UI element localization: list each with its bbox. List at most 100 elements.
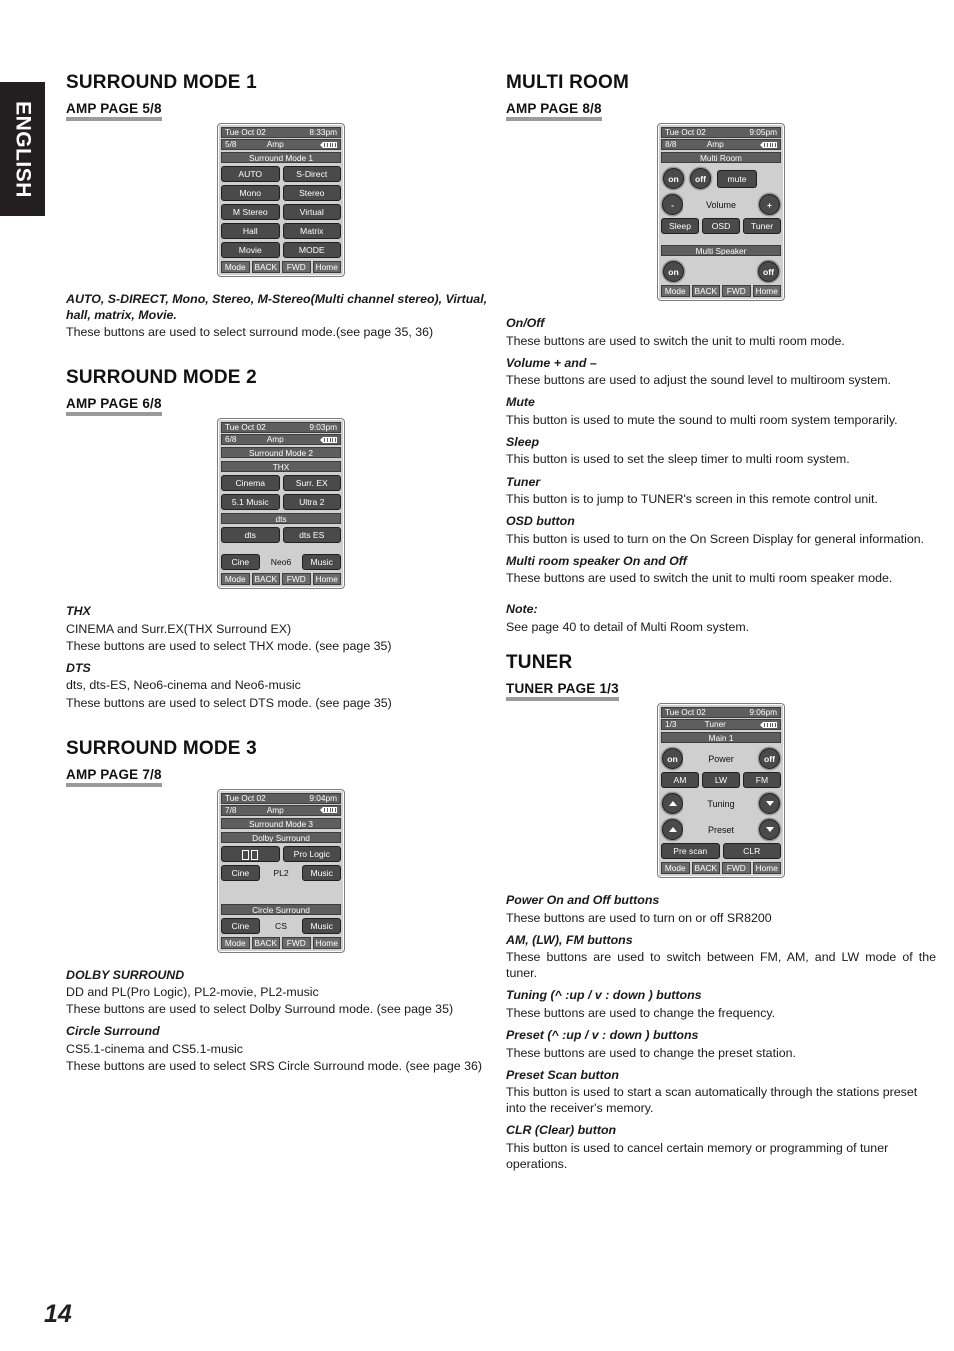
multiroom-osd-button[interactable]: OSD <box>702 218 740 234</box>
preset-up-button[interactable] <box>662 819 683 840</box>
nav-fwd-button[interactable]: FWD <box>282 573 311 586</box>
lcd-time: 9:03pm <box>309 422 337 433</box>
lcd-button-cine-cs[interactable]: Cine <box>221 917 260 934</box>
description-body: This button is used to start a scan auto… <box>506 1085 918 1116</box>
lcd-button-stereo[interactable]: Stereo <box>282 185 341 201</box>
nav-mode-button[interactable]: Mode <box>221 936 250 949</box>
description-title: AM, (LW), FM buttons <box>506 932 633 947</box>
multi-speaker-on-button[interactable]: on <box>663 261 684 282</box>
nav-home-button[interactable]: Home <box>752 862 781 874</box>
preset-scan-button[interactable]: Pre scan <box>661 843 720 859</box>
lcd-mode: Amp <box>266 804 284 815</box>
lcd-button-dolby-logo[interactable] <box>221 845 280 862</box>
nav-home-button[interactable]: Home <box>312 936 341 949</box>
page-number: 14 <box>44 1300 72 1328</box>
lcd-mode: Amp <box>706 139 724 149</box>
tuning-up-button[interactable] <box>662 793 683 814</box>
lcd-button-cinema[interactable]: Cinema <box>221 475 280 492</box>
multiroom-mute-button[interactable]: mute <box>717 169 757 188</box>
lcd-button-s-direct[interactable]: S-Direct <box>282 166 341 182</box>
lcd-button-m-stereo[interactable]: M Stereo <box>221 204 280 220</box>
nav-home-button[interactable]: Home <box>312 573 341 586</box>
section-surround-mode-3: SURROUND MODE 3 AMP PAGE 7/8 Tue Oct 02 … <box>66 738 496 1075</box>
multiroom-off-button[interactable]: off <box>690 168 711 189</box>
description-title: On/Off <box>506 316 545 330</box>
lcd-button-51-music[interactable]: 5.1 Music <box>221 494 280 511</box>
dolby-double-d-icon <box>242 847 259 861</box>
nav-fwd-button[interactable]: FWD <box>722 285 751 297</box>
lcd-group-label-multi-speaker: Multi Speaker <box>661 245 781 256</box>
nav-back-button[interactable]: BACK <box>251 936 280 949</box>
lcd-mode: Amp <box>266 139 284 149</box>
multiroom-sleep-button[interactable]: Sleep <box>661 218 699 234</box>
lcd-title-bar: Surround Mode 2 <box>221 447 341 459</box>
section-subhead: TUNER PAGE 1/3 <box>506 681 619 701</box>
lcd-button-ultra2[interactable]: Ultra 2 <box>282 494 341 511</box>
description-title: Preset Scan button <box>506 1067 619 1082</box>
lcd-button-surr-ex[interactable]: Surr. EX <box>282 475 341 492</box>
lcd-nav-bar: Mode BACK FWD Home <box>221 573 341 586</box>
lcd-button-music[interactable]: Music <box>302 864 342 881</box>
multiroom-tuner-button[interactable]: Tuner <box>743 218 781 234</box>
lcd-title-bar: Surround Mode 1 <box>221 152 341 163</box>
lcd-button-music-cs[interactable]: Music <box>302 917 342 934</box>
section-subhead: AMP PAGE 6/8 <box>66 396 162 417</box>
description-title: Volume + and – <box>506 355 597 370</box>
power-off-button[interactable]: off <box>759 748 780 769</box>
description-body: These buttons are used to switch the uni… <box>506 571 893 586</box>
lcd-button-matrix[interactable]: Matrix <box>282 223 341 239</box>
lcd-button-music[interactable]: Music <box>302 554 342 571</box>
lcd-time: 9:05pm <box>749 127 777 137</box>
lcd-button-cine[interactable]: Cine <box>221 554 260 571</box>
lcd-button-movie[interactable]: Movie <box>221 242 280 258</box>
lcd-date: Tue Oct 02 <box>665 707 706 717</box>
nav-back-button[interactable]: BACK <box>251 261 280 273</box>
description-title: Tuner <box>506 474 541 489</box>
tuner-am-button[interactable]: AM <box>661 772 699 788</box>
nav-fwd-button[interactable]: FWD <box>282 936 311 949</box>
lcd-button-cine[interactable]: Cine <box>221 864 260 881</box>
section-surround-mode-2: SURROUND MODE 2 AMP PAGE 6/8 Tue Oct 02 … <box>66 367 496 711</box>
lcd-date: Tue Oct 02 <box>225 127 266 137</box>
tuner-fm-button[interactable]: FM <box>743 772 781 788</box>
nav-mode-button[interactable]: Mode <box>221 573 250 586</box>
lcd-button-virtual[interactable]: Virtual <box>282 204 341 220</box>
lcd-time: 9:06pm <box>749 707 777 717</box>
preset-down-button[interactable] <box>759 819 780 840</box>
description-body: This button is used to mute the sound to… <box>506 412 898 427</box>
lcd-button-hall[interactable]: Hall <box>221 223 280 239</box>
power-on-button[interactable]: on <box>662 748 683 769</box>
nav-back-button[interactable]: BACK <box>691 285 720 297</box>
nav-home-button[interactable]: Home <box>752 285 781 297</box>
nav-mode-button[interactable]: Mode <box>661 285 690 297</box>
lcd-label-cs: CS <box>262 917 300 934</box>
multi-speaker-off-button[interactable]: off <box>758 261 779 282</box>
section-surround-mode-1: SURROUND MODE 1 AMP PAGE 5/8 Tue Oct 02 … <box>66 72 496 340</box>
lcd-button-dts-es[interactable]: dts ES <box>282 527 341 544</box>
tuning-label: Tuning <box>683 798 759 809</box>
language-tab: ENGLISH <box>0 82 45 216</box>
multiroom-on-button[interactable]: on <box>663 168 684 189</box>
left-column: SURROUND MODE 1 AMP PAGE 5/8 Tue Oct 02 … <box>66 72 496 1075</box>
nav-fwd-button[interactable]: FWD <box>282 261 311 273</box>
nav-fwd-button[interactable]: FWD <box>722 862 751 874</box>
tuning-down-button[interactable] <box>759 793 780 814</box>
volume-minus-button[interactable]: - <box>662 194 683 215</box>
lcd-button-mono[interactable]: Mono <box>221 185 280 201</box>
volume-label: Volume <box>683 199 759 210</box>
volume-plus-button[interactable]: + <box>759 194 780 215</box>
lcd-title-bar: Multi Room <box>661 152 781 163</box>
lcd-nav-bar: Mode BACK FWD Home <box>221 936 341 949</box>
lcd-button-pro-logic[interactable]: Pro Logic <box>282 845 341 862</box>
lcd-button-auto[interactable]: AUTO <box>221 166 280 182</box>
clr-button[interactable]: CLR <box>722 843 781 859</box>
nav-mode-button[interactable]: Mode <box>661 862 690 874</box>
description-body: CS5.1-cinema and CS5.1-music <box>66 1041 243 1056</box>
lcd-button-mode[interactable]: MODE <box>282 242 341 258</box>
nav-back-button[interactable]: BACK <box>691 862 720 874</box>
nav-back-button[interactable]: BACK <box>251 573 280 586</box>
nav-home-button[interactable]: Home <box>312 261 341 273</box>
nav-mode-button[interactable]: Mode <box>221 261 250 273</box>
lcd-button-dts[interactable]: dts <box>221 527 280 544</box>
tuner-lw-button[interactable]: LW <box>702 772 740 788</box>
